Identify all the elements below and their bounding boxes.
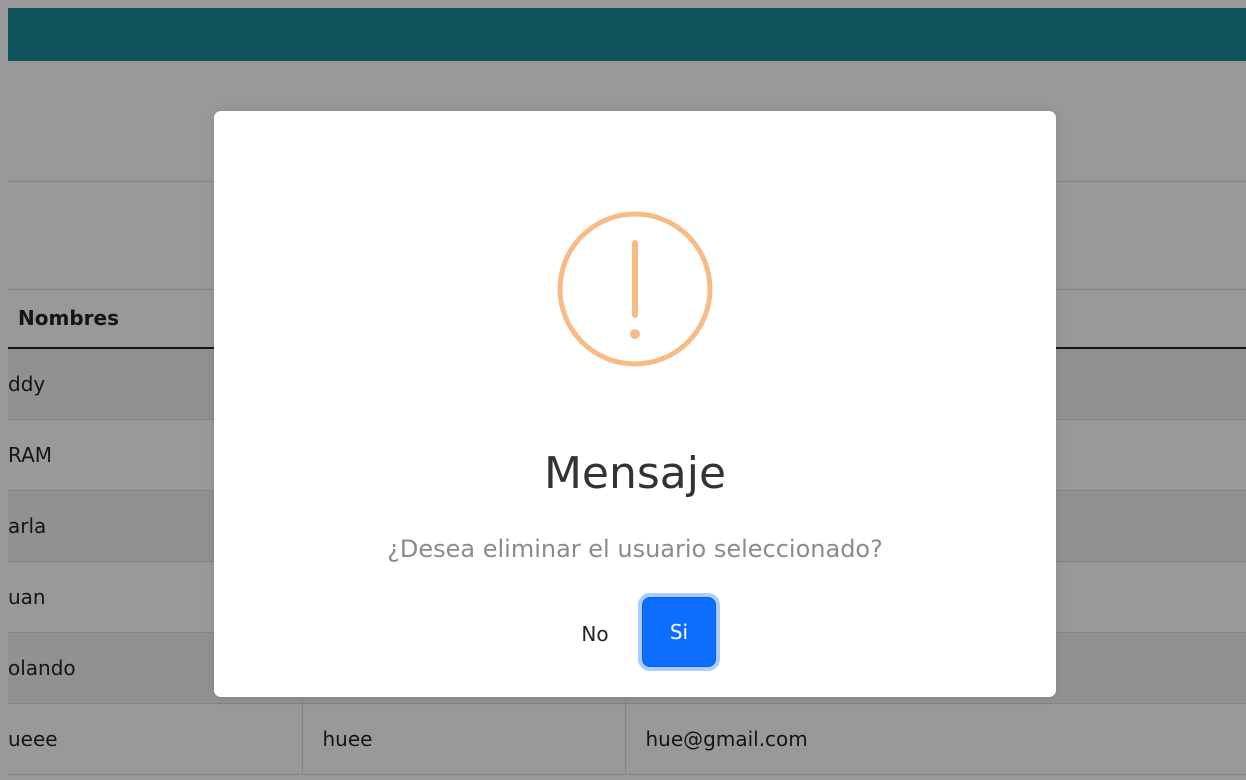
warning-icon [557,211,713,367]
dialog-message: ¿Desea eliminar el usuario seleccionado? [387,535,883,563]
yes-button[interactable]: Si [642,597,716,667]
confirm-delete-dialog: Mensaje ¿Desea eliminar el usuario selec… [214,111,1056,697]
no-button[interactable]: No [570,601,620,667]
dialog-title: Mensaje [543,448,727,499]
